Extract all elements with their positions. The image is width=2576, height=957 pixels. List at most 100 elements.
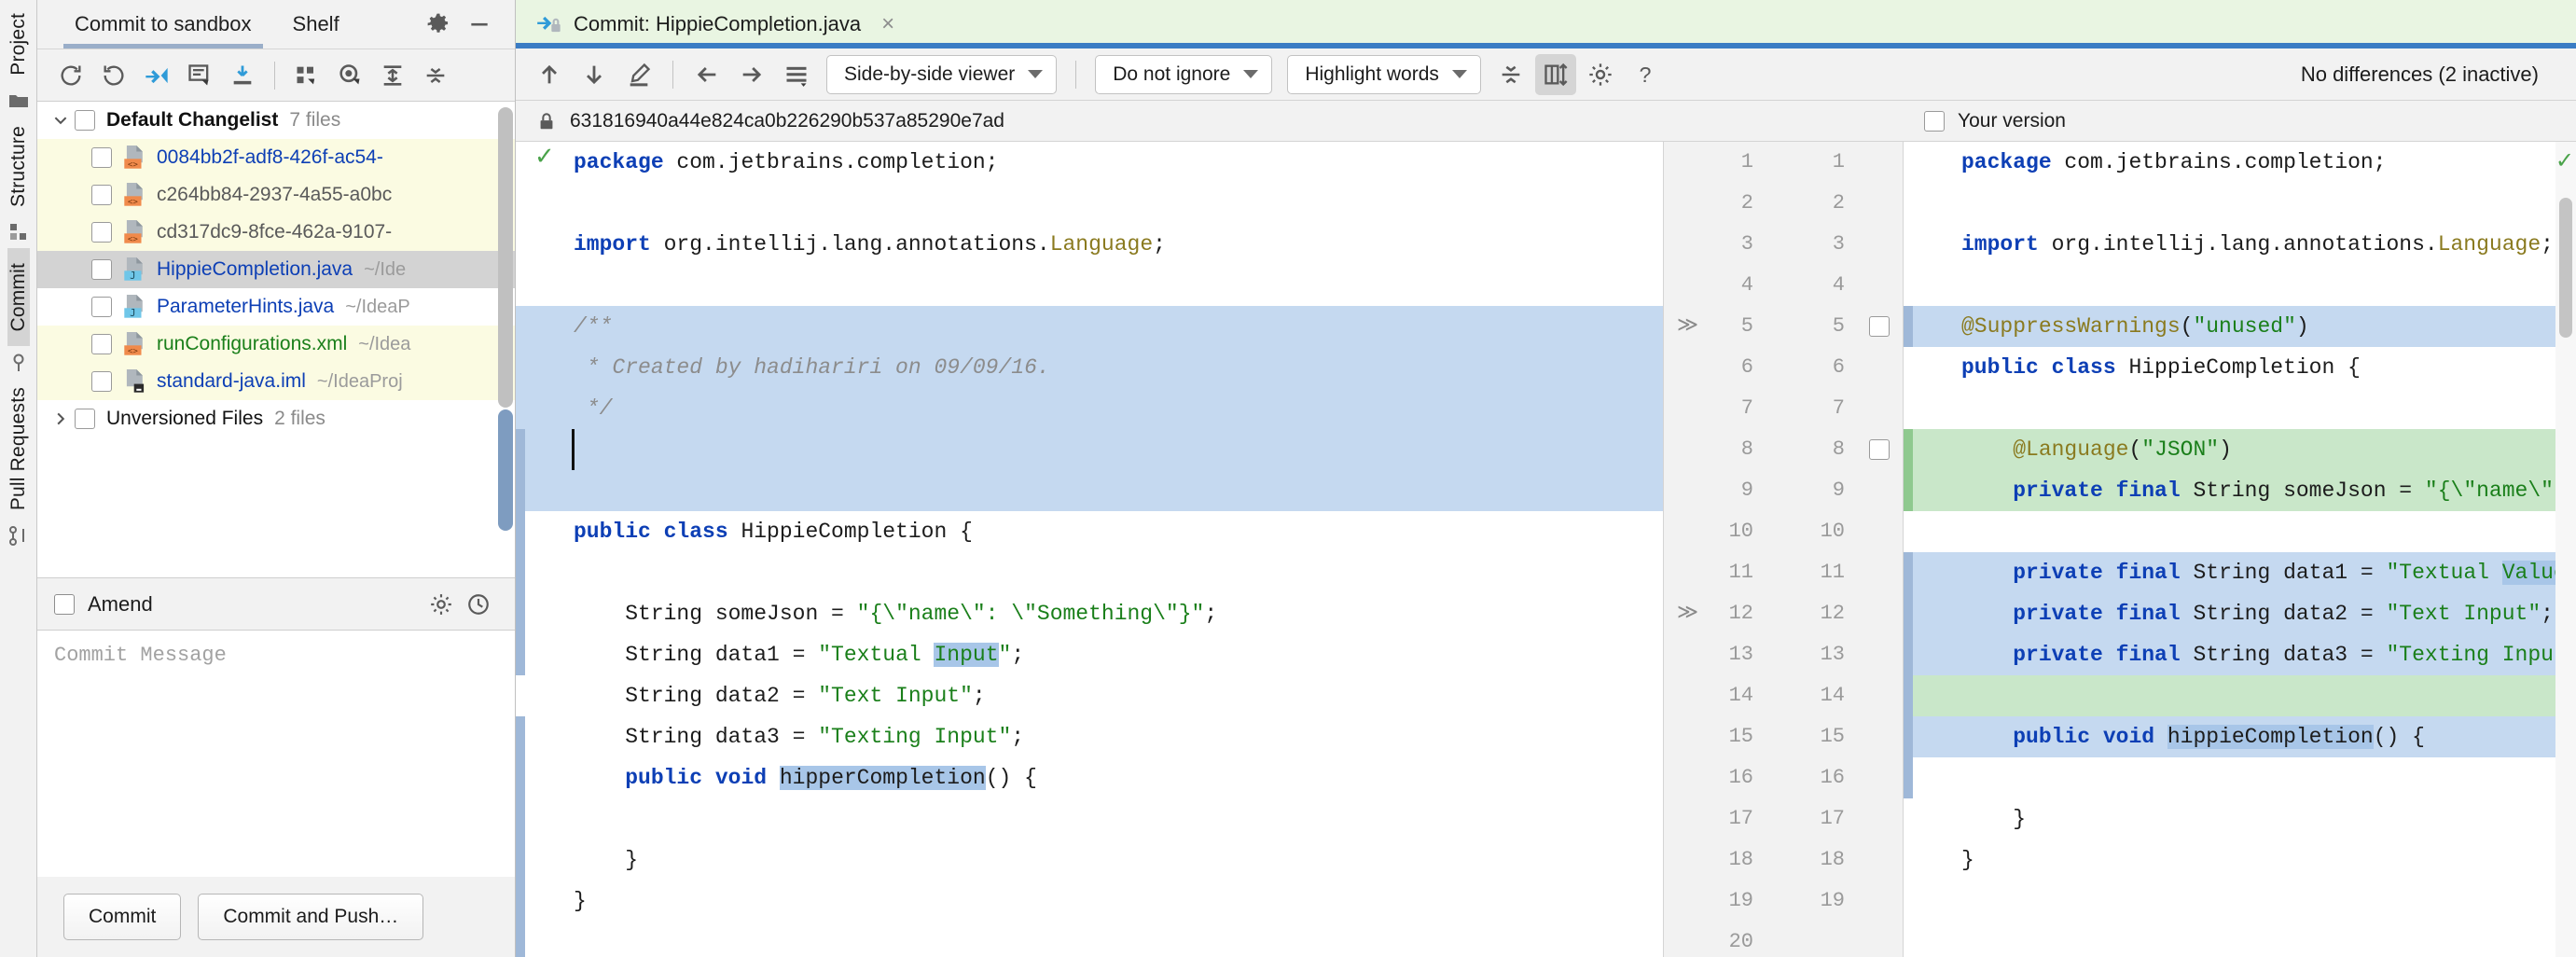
commit-message-input[interactable]: Commit Message (37, 630, 515, 877)
file-checkbox[interactable] (91, 371, 112, 392)
gear-icon[interactable] (418, 4, 459, 45)
unversioned-files-row[interactable]: Unversioned Files 2 files (37, 400, 515, 437)
rollback-icon[interactable] (93, 55, 134, 96)
highlight-mode-dropdown[interactable]: Highlight words (1287, 55, 1481, 94)
fold-chevron-icon[interactable]: ≫ (1677, 593, 1698, 634)
left-line-number: 20 (1729, 922, 1753, 957)
code-line: public class HippieCompletion { (516, 511, 1663, 552)
code-line: package com.jetbrains.completion; (516, 142, 1663, 183)
code-line (516, 552, 1663, 593)
code-line (1904, 881, 2576, 922)
chevron-down-icon[interactable] (47, 112, 75, 129)
gear-icon[interactable] (1580, 54, 1621, 95)
prev-difference-icon[interactable] (529, 54, 570, 95)
right-line-number: 14 (1821, 675, 1845, 716)
expand-all-icon[interactable] (372, 55, 413, 96)
scrollbar-thumb[interactable] (2559, 198, 2572, 338)
minimize-icon[interactable] (459, 4, 500, 45)
commit-button[interactable]: Commit (63, 894, 181, 940)
tab-shelf-label: Shelf (293, 12, 339, 36)
collapse-unchanged-icon[interactable] (1490, 54, 1531, 95)
gutter-line-row: ≫1212 (1664, 593, 1903, 634)
list-item[interactable]: J ParameterHints.java ~/IdeaP (37, 288, 515, 326)
file-name: c264bb84-2937-4a55-a0bc (157, 184, 392, 206)
close-icon[interactable]: × (881, 11, 894, 37)
file-checkbox[interactable] (91, 222, 112, 243)
list-item[interactable]: standard-java.iml ~/IdeaProj (37, 363, 515, 400)
viewer-mode-label: Side-by-side viewer (844, 63, 1015, 86)
file-checkbox[interactable] (91, 334, 112, 354)
accept-left-icon[interactable] (686, 54, 727, 95)
accept-right-icon[interactable] (731, 54, 772, 95)
edit-source-icon[interactable] (618, 54, 659, 95)
gutter-line-row: 77 (1664, 388, 1903, 429)
rail-label-structure: Structure (7, 117, 30, 216)
viewer-mode-dropdown[interactable]: Side-by-side viewer (826, 55, 1057, 94)
help-icon[interactable]: ? (1625, 54, 1666, 95)
fold-chevron-icon[interactable]: ≫ (1677, 306, 1698, 347)
accept-change-checkbox[interactable] (1869, 316, 1890, 337)
right-pane-checkbox[interactable] (1924, 111, 1945, 132)
file-checkbox[interactable] (91, 147, 112, 168)
tree-scrollbar[interactable] (498, 107, 513, 408)
update-icon[interactable] (222, 55, 263, 96)
refresh-icon[interactable] (50, 55, 91, 96)
diff-toolbar: Side-by-side viewer Do not ignore Highli… (516, 49, 2576, 101)
left-line-number: 10 (1729, 511, 1753, 552)
collapse-all-icon[interactable] (415, 55, 456, 96)
synchronize-scroll-icon[interactable] (1535, 54, 1576, 95)
file-checkbox[interactable] (91, 297, 112, 317)
show-diff-icon[interactable] (179, 55, 220, 96)
gear-icon[interactable] (429, 592, 453, 617)
commit-tab-bar: Commit to sandbox Shelf (37, 0, 515, 49)
changelist-row[interactable]: Default Changelist 7 files (37, 102, 515, 139)
code-line: public class HippieCompletion { (1904, 347, 2576, 388)
accept-change-checkbox[interactable] (1869, 439, 1890, 460)
left-code-pane[interactable]: ✓ package com.jetbrains.completion; impo… (516, 142, 1663, 957)
code-line: private final String data2 = "Text Input… (1904, 593, 2576, 634)
list-item[interactable]: <> c264bb84-2937-4a55-a0bc (37, 176, 515, 214)
svg-text:J: J (130, 270, 135, 282)
diff-line-number-gutter[interactable]: 11223344≫556677889910101111≫121213131414… (1663, 142, 1904, 957)
diff-status-text: No differences (2 inactive) (2301, 62, 2563, 87)
file-checkbox[interactable] (91, 259, 112, 280)
rail-item-project[interactable]: Project (7, 4, 30, 85)
menu-lines-icon[interactable] (776, 54, 817, 95)
chevron-down-icon (1028, 70, 1043, 78)
commit-and-push-button[interactable]: Commit and Push… (198, 894, 423, 940)
gutter-line-row: 1010 (1664, 511, 1903, 552)
tree-scrollbar-highlight[interactable] (498, 409, 513, 531)
commit-arrow-icon[interactable] (136, 55, 177, 96)
list-item-selected[interactable]: J HippieCompletion.java ~/Ide (37, 251, 515, 288)
code-line: } (1904, 839, 2576, 881)
code-line: public void hipperCompletion() { (516, 757, 1663, 798)
gutter-header (1663, 101, 1904, 141)
unversioned-checkbox[interactable] (75, 409, 95, 429)
tool-window-rail: Project Structure Commit Pull Requests (0, 0, 37, 957)
highlight-mode-label: Highlight words (1305, 63, 1439, 86)
tab-commit-to-sandbox[interactable]: Commit to sandbox (54, 0, 272, 49)
list-item[interactable]: <> runConfigurations.xml ~/Idea (37, 326, 515, 363)
whitespace-dropdown[interactable]: Do not ignore (1095, 55, 1272, 94)
right-pane-header: Your version (1904, 101, 2576, 141)
chevron-right-icon[interactable] (47, 410, 75, 427)
rail-item-structure[interactable]: Structure (7, 117, 30, 216)
file-name: HippieCompletion.java (157, 258, 353, 281)
list-item[interactable]: <> cd317dc9-8fce-462a-9107- (37, 214, 515, 251)
changes-file-tree[interactable]: Default Changelist 7 files <> 0084bb2f-a… (37, 101, 515, 577)
file-checkbox[interactable] (91, 185, 112, 205)
tab-shelf[interactable]: Shelf (272, 0, 360, 49)
history-clock-icon[interactable] (466, 592, 491, 617)
next-difference-icon[interactable] (574, 54, 615, 95)
right-pane-scrollbar[interactable]: ✓ (2555, 142, 2576, 957)
changelist-checkbox[interactable] (75, 110, 95, 131)
rail-item-commit[interactable]: Commit (7, 248, 30, 347)
left-line-number: 6 (1741, 347, 1753, 388)
code-line (516, 798, 1663, 839)
amend-checkbox[interactable] (54, 594, 75, 615)
right-code-pane[interactable]: package com.jetbrains.completion; import… (1904, 142, 2576, 957)
rail-item-pull-requests[interactable]: Pull Requests (7, 378, 30, 520)
group-by-icon[interactable] (286, 55, 327, 96)
preview-icon[interactable] (329, 55, 370, 96)
list-item[interactable]: <> 0084bb2f-adf8-426f-ac54- (37, 139, 515, 176)
